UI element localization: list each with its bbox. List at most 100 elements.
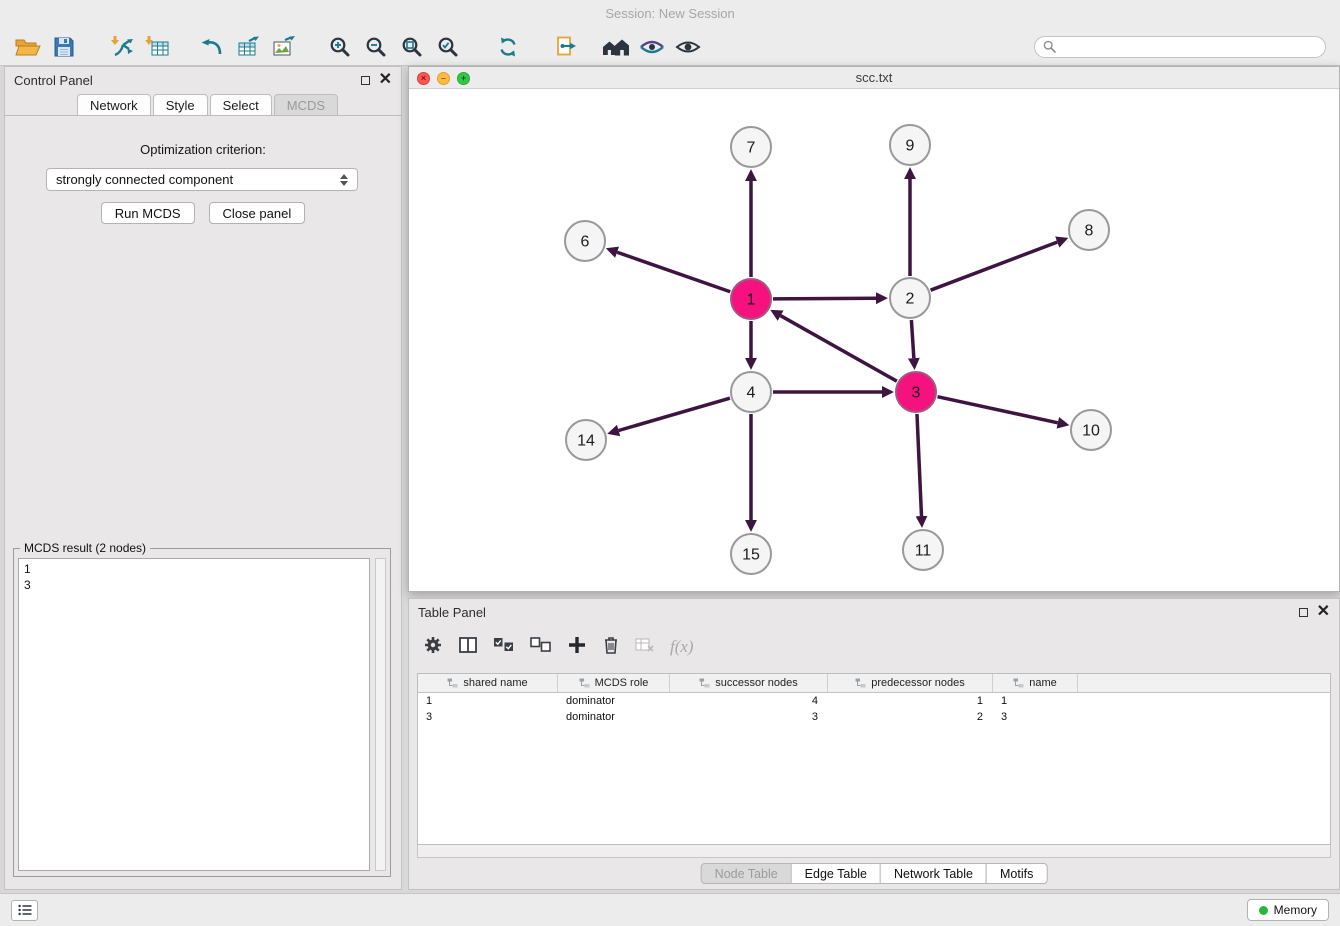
edge-2-3[interactable]	[911, 320, 913, 358]
export-image-icon[interactable]	[266, 32, 302, 62]
svg-text:15: 15	[742, 547, 760, 564]
tab-select[interactable]: Select	[210, 94, 272, 116]
node-1[interactable]: 1	[731, 279, 771, 319]
mcds-result-line: 3	[24, 577, 364, 593]
search-input[interactable]	[1062, 39, 1317, 55]
cell-mcds-role[interactable]: dominator	[558, 695, 670, 707]
delete-column-icon[interactable]	[602, 635, 620, 660]
refresh-view-icon[interactable]	[490, 32, 526, 62]
function-builder-icon[interactable]: f(x)	[670, 637, 694, 657]
node-8[interactable]: 8	[1069, 210, 1109, 250]
float-panel-icon[interactable]	[361, 76, 370, 85]
mcds-result-list[interactable]: 1 3	[18, 558, 370, 871]
float-table-panel-icon[interactable]	[1299, 608, 1308, 617]
edge-3-1[interactable]	[781, 316, 897, 382]
column-visibility-icon[interactable]	[458, 635, 478, 660]
edge-1-6[interactable]	[617, 252, 730, 292]
table-horizontal-scrollbar[interactable]	[417, 845, 1331, 858]
edge-4-14[interactable]	[619, 398, 730, 430]
minimize-window-icon[interactable]: –	[437, 72, 450, 85]
mcds-result-line: 1	[24, 561, 364, 577]
save-session-icon[interactable]	[46, 32, 82, 62]
column-header-mcds-role[interactable]: MCDS role	[558, 674, 670, 692]
show-hide-panels-icon[interactable]	[670, 32, 706, 62]
criterion-dropdown[interactable]: strongly connected component	[46, 168, 358, 191]
tab-edge-table[interactable]: Edge Table	[791, 863, 881, 884]
cell-predecessor-nodes[interactable]: 2	[828, 711, 993, 723]
column-header-predecessor-nodes[interactable]: predecessor nodes	[828, 674, 993, 692]
close-panel-icon[interactable]: ✕	[379, 72, 392, 88]
node-7[interactable]: 7	[731, 127, 771, 167]
duplicate-network-icon[interactable]	[548, 32, 584, 62]
status-menu-button[interactable]	[11, 900, 38, 921]
edge-1-2[interactable]	[773, 298, 876, 299]
tab-mcds[interactable]: MCDS	[274, 94, 338, 116]
deselect-all-rows-icon[interactable]	[530, 636, 552, 659]
zoom-in-icon[interactable]	[322, 32, 358, 62]
main-toolbar	[0, 28, 1340, 66]
zoom-fit-icon[interactable]	[394, 32, 430, 62]
import-table-from-file-icon[interactable]	[140, 32, 176, 62]
add-column-icon[interactable]	[567, 635, 587, 660]
network-graph[interactable]: 7 9 6 8 1 2 4 3 14 10 15 11	[409, 90, 1339, 591]
cell-name[interactable]: 3	[993, 711, 1078, 723]
column-header-name[interactable]: name	[993, 674, 1078, 692]
zoom-selected-icon[interactable]	[430, 32, 466, 62]
cell-mcds-role[interactable]: dominator	[558, 711, 670, 723]
cell-shared-name[interactable]: 3	[418, 711, 558, 723]
open-session-icon[interactable]	[10, 32, 46, 62]
cell-predecessor-nodes[interactable]: 1	[828, 695, 993, 707]
node-10[interactable]: 10	[1071, 410, 1111, 450]
export-network-icon[interactable]	[194, 32, 230, 62]
node-6[interactable]: 6	[565, 221, 605, 261]
edge-3-10[interactable]	[937, 397, 1057, 423]
memory-button[interactable]: Memory	[1247, 899, 1329, 921]
node-3[interactable]: 3	[896, 372, 936, 412]
table-toolbar: f(x)	[409, 625, 1339, 669]
close-panel-button[interactable]: Close panel	[209, 202, 306, 224]
delete-table-icon[interactable]	[635, 636, 655, 659]
node-11[interactable]: 11	[903, 530, 943, 570]
tab-style[interactable]: Style	[153, 94, 208, 116]
control-panel-tabs: Network Style Select MCDS	[5, 93, 401, 116]
close-table-panel-icon[interactable]: ✕	[1317, 604, 1330, 620]
svg-text:1: 1	[747, 292, 756, 309]
cell-successor-nodes[interactable]: 4	[670, 695, 828, 707]
table-row[interactable]: 3 dominator 3 2 3	[418, 709, 1330, 725]
table-row[interactable]: 1 dominator 4 1 1	[418, 693, 1330, 709]
cell-name[interactable]: 1	[993, 695, 1078, 707]
run-mcds-button[interactable]: Run MCDS	[101, 202, 195, 224]
memory-button-label: Memory	[1274, 903, 1317, 917]
network-window-titlebar[interactable]: × – + scc.txt	[409, 67, 1339, 89]
search-field[interactable]	[1034, 36, 1326, 58]
cell-shared-name[interactable]: 1	[418, 695, 558, 707]
edge-3-11[interactable]	[917, 414, 922, 516]
style-preview-icon[interactable]	[634, 32, 670, 62]
close-window-icon[interactable]: ×	[417, 72, 430, 85]
tab-motifs[interactable]: Motifs	[986, 863, 1047, 884]
cell-successor-nodes[interactable]: 3	[670, 711, 828, 723]
column-header-filler	[1078, 674, 1330, 692]
select-all-rows-icon[interactable]	[493, 636, 515, 659]
node-14[interactable]: 14	[566, 420, 606, 460]
column-header-successor-nodes[interactable]: successor nodes	[670, 674, 828, 692]
node-9[interactable]: 9	[890, 125, 930, 165]
node-2[interactable]: 2	[890, 278, 930, 318]
zoom-window-icon[interactable]: +	[457, 72, 470, 85]
node-15[interactable]: 15	[731, 534, 771, 574]
table-settings-icon[interactable]	[423, 635, 443, 660]
table-panel: Table Panel ✕	[408, 598, 1340, 890]
column-header-shared-name[interactable]: shared name	[418, 674, 558, 692]
tab-node-table[interactable]: Node Table	[701, 863, 792, 884]
svg-text:9: 9	[906, 138, 915, 155]
tab-network-table[interactable]: Network Table	[880, 863, 987, 884]
edge-2-8[interactable]	[931, 242, 1058, 290]
tab-network[interactable]: Network	[77, 94, 151, 116]
import-network-from-file-icon[interactable]	[104, 32, 140, 62]
network-overview-icon[interactable]	[598, 32, 634, 62]
result-scrollbar[interactable]	[375, 558, 386, 871]
network-canvas[interactable]: 7 9 6 8 1 2 4 3 14 10 15 11	[409, 90, 1339, 591]
export-table-icon[interactable]	[230, 32, 266, 62]
zoom-out-icon[interactable]	[358, 32, 394, 62]
node-4[interactable]: 4	[731, 372, 771, 412]
